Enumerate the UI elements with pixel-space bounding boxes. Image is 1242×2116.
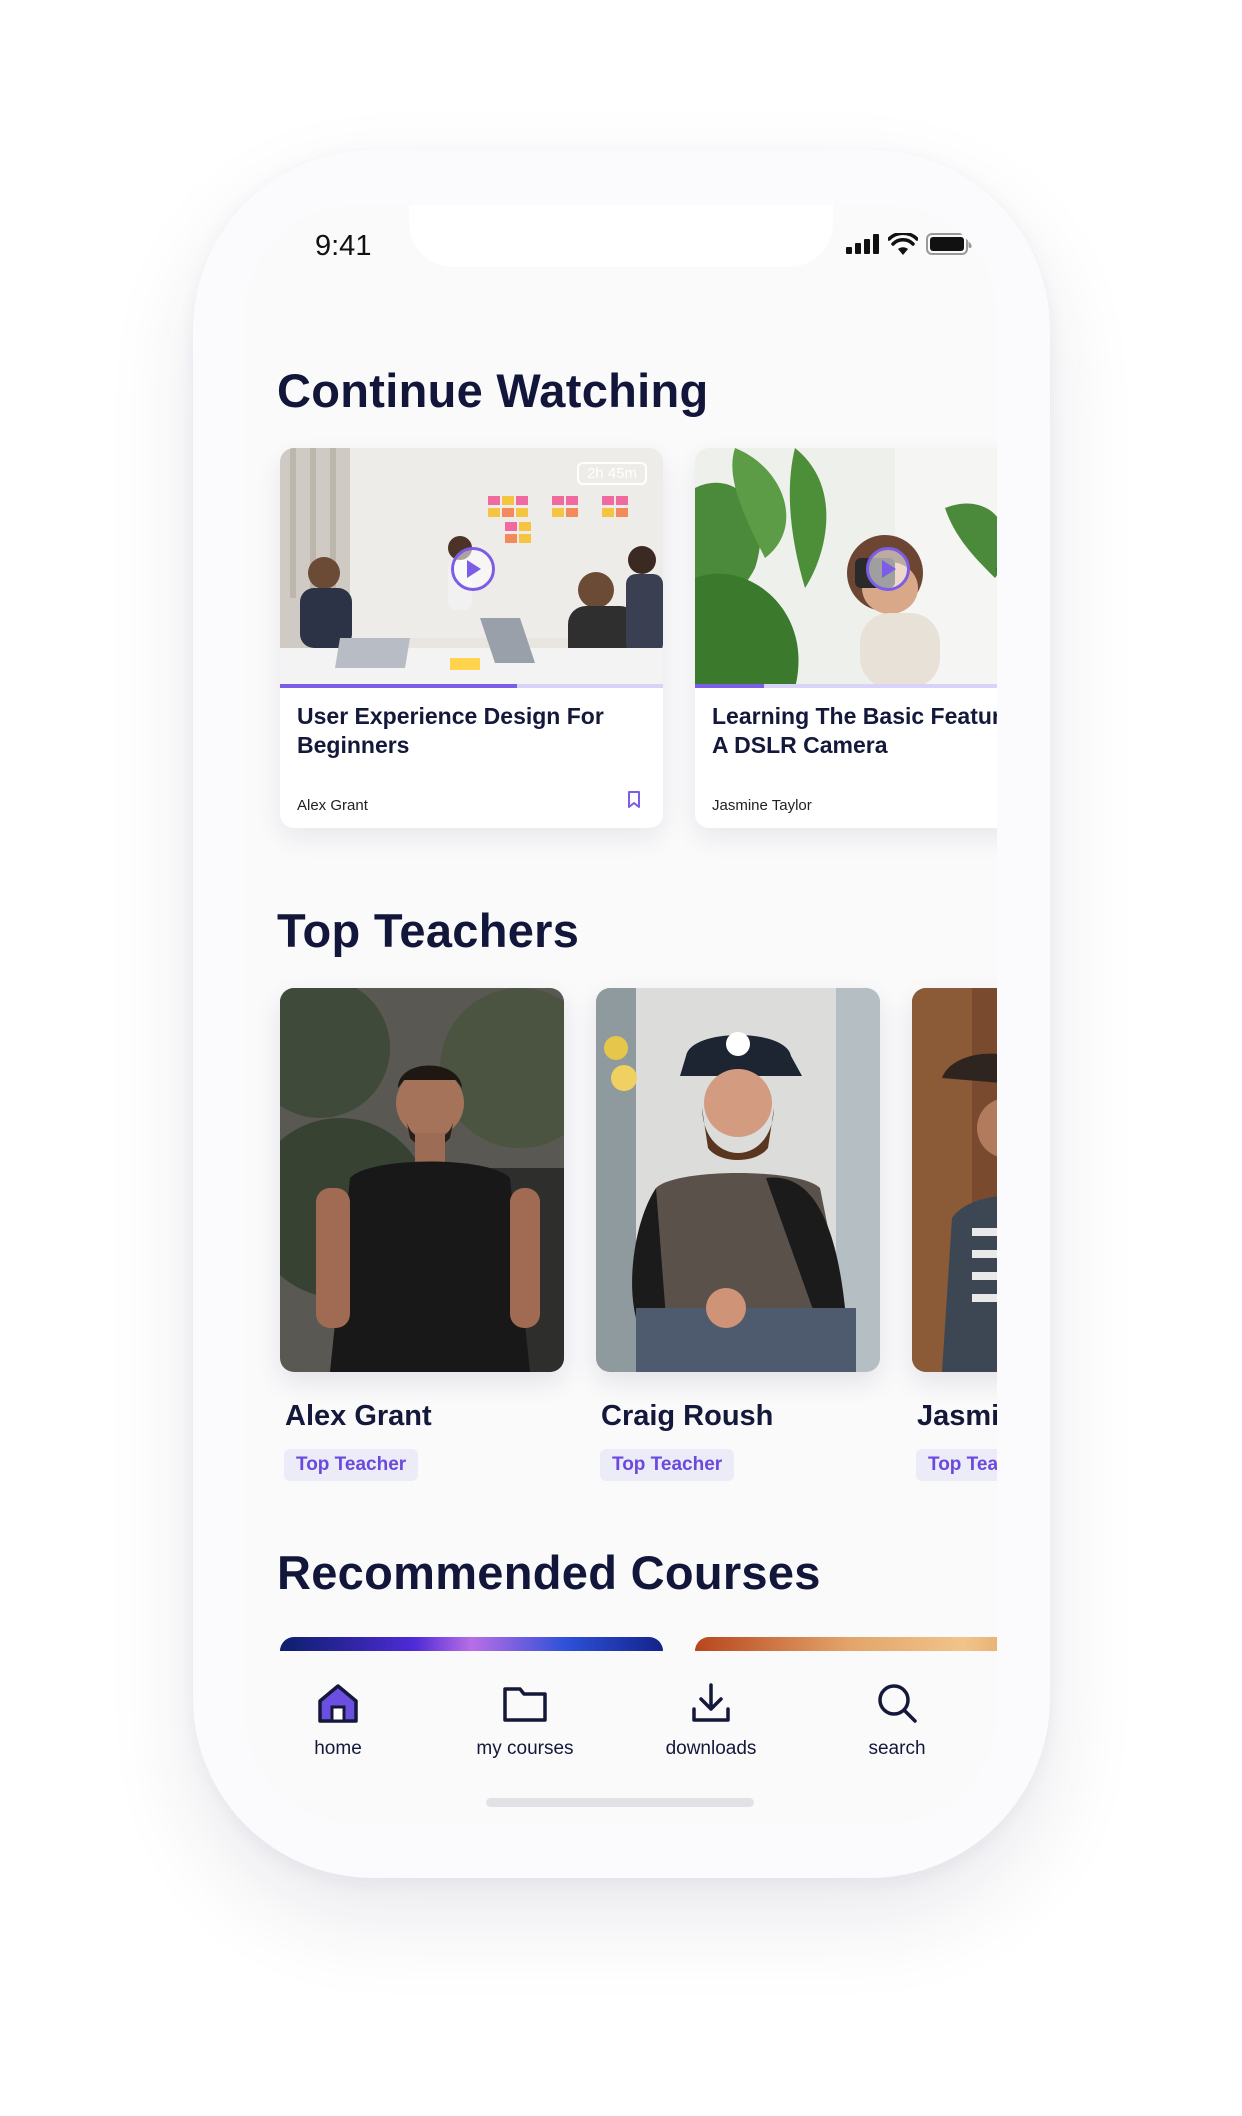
play-button[interactable] <box>865 547 910 591</box>
progress-track <box>280 684 663 688</box>
wifi-icon <box>888 233 918 255</box>
section-title-continue-watching: Continue Watching <box>277 364 709 417</box>
notch <box>409 205 833 267</box>
teacher-name: Jasmine <box>917 1400 997 1432</box>
course-thumbnail[interactable]: 2h 45m <box>280 448 663 688</box>
status-icons <box>846 233 972 255</box>
tab-label: home <box>314 1738 362 1759</box>
course-thumbnail[interactable] <box>695 448 997 688</box>
teacher-card[interactable]: Alex Grant Top Teacher <box>280 988 564 1481</box>
course-title[interactable]: User Experience Design For Beginners <box>297 702 657 760</box>
battery-icon <box>926 233 972 255</box>
course-card[interactable]: Learning The Basic Features of A DSLR Ca… <box>695 448 997 828</box>
teacher-card[interactable]: Jasmine Top Teacher <box>912 988 997 1481</box>
folder-icon <box>503 1687 547 1722</box>
tab-my-courses[interactable]: my courses <box>450 1681 600 1760</box>
download-icon <box>692 1683 730 1722</box>
camera-photographer-photo <box>695 448 997 688</box>
course-card[interactable]: 2h 45m User Experience Design For Beginn… <box>280 448 663 828</box>
signal-icon <box>846 234 879 254</box>
bookmark-icon <box>628 791 640 808</box>
play-icon <box>466 560 481 578</box>
course-author: Jasmine Taylor <box>712 797 812 814</box>
teacher-portrait <box>280 988 564 1372</box>
teacher-card[interactable]: Craig Roush Top Teacher <box>596 988 880 1481</box>
progress-track <box>695 684 997 688</box>
home-indicator <box>486 1798 754 1807</box>
top-teacher-badge: Top Teacher <box>600 1449 735 1481</box>
teacher-name: Craig Roush <box>601 1400 774 1432</box>
course-title[interactable]: Learning The Basic Features of A DSLR Ca… <box>712 702 997 760</box>
teacher-portrait <box>596 988 880 1372</box>
top-teacher-badge: Top Teacher <box>284 1449 419 1481</box>
app-screen: 9:41 Continue Watching 2h 45m User Exper… <box>245 205 997 1823</box>
course-author: Alex Grant <box>297 797 368 814</box>
search-icon <box>878 1684 917 1723</box>
home-icon <box>318 1684 358 1723</box>
teacher-photo[interactable] <box>912 988 997 1372</box>
tab-downloads[interactable]: downloads <box>636 1681 786 1760</box>
teacher-name: Alex Grant <box>285 1400 432 1432</box>
phone-frame: 9:41 Continue Watching 2h 45m User Exper… <box>193 150 1050 1878</box>
tab-label: my courses <box>476 1738 574 1759</box>
tab-label: search <box>868 1738 926 1759</box>
teacher-photo[interactable] <box>596 988 880 1372</box>
play-icon <box>881 560 896 578</box>
section-title-top-teachers: Top Teachers <box>277 904 580 957</box>
progress-fill <box>695 684 764 688</box>
play-button[interactable] <box>450 547 495 591</box>
bookmark-button[interactable] <box>627 791 641 814</box>
top-teacher-badge: Top Teacher <box>916 1449 997 1481</box>
status-time: 9:41 <box>315 230 372 262</box>
continue-watching-list[interactable]: 2h 45m User Experience Design For Beginn… <box>280 448 997 828</box>
stage: 9:41 Continue Watching 2h 45m User Exper… <box>0 0 1242 2116</box>
progress-fill <box>280 684 518 688</box>
tab-label: downloads <box>665 1738 757 1759</box>
top-teachers-list[interactable]: Alex Grant Top Teacher Craig Roush Top T… <box>280 988 997 1481</box>
teacher-photo[interactable] <box>280 988 564 1372</box>
tab-search[interactable]: search <box>822 1681 972 1760</box>
teacher-portrait <box>912 988 997 1372</box>
section-title-recommended-courses: Recommended Courses <box>277 1546 821 1599</box>
tab-home[interactable]: home <box>263 1681 413 1760</box>
duration-badge: 2h 45m <box>576 462 647 485</box>
